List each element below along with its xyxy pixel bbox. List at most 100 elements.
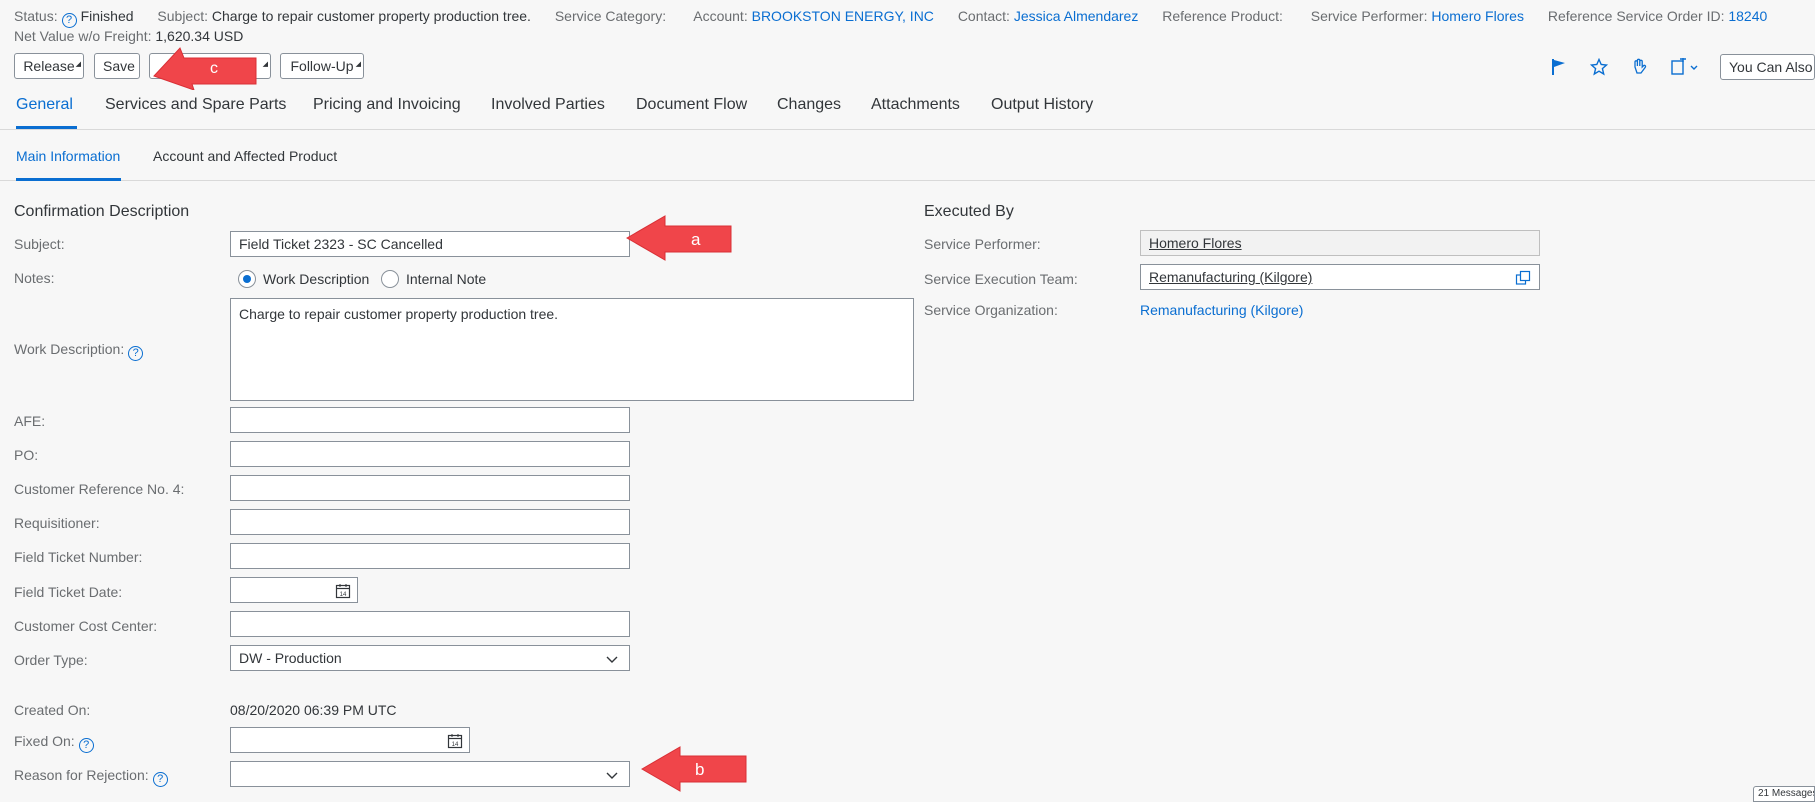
menu-corner-icon: ◢: [355, 61, 361, 68]
reason-rejection-label: Reason for Rejection:?: [14, 767, 172, 787]
contact-label: Contact:: [957, 8, 1010, 24]
menu-corner-icon: ◢: [75, 61, 81, 68]
share-icon[interactable]: [1668, 56, 1702, 78]
po-label: PO:: [14, 447, 39, 463]
tab-output-history[interactable]: Output History: [991, 96, 1093, 114]
subtab-main-information[interactable]: Main Information: [16, 148, 120, 164]
svg-text:a: a: [691, 230, 701, 249]
customer-reference-label: Customer Reference No. 4:: [14, 481, 185, 497]
tab-attachments[interactable]: Attachments: [871, 96, 960, 114]
radio-work-description[interactable]: Work Description: [238, 270, 369, 288]
star-icon[interactable]: [1588, 56, 1610, 78]
radio-unselected-icon: [381, 270, 399, 288]
order-type-select[interactable]: DW - Production: [230, 645, 630, 671]
created-on-label: Created On:: [14, 702, 91, 718]
chevron-down-icon[interactable]: [605, 650, 619, 674]
customer-cost-center-input[interactable]: [230, 611, 630, 637]
fixed-on-input[interactable]: 14: [230, 727, 470, 753]
save-label: Save: [103, 58, 135, 74]
customer-reference-input[interactable]: [230, 475, 630, 501]
field-ticket-number-label: Field Ticket Number:: [14, 549, 143, 565]
order-type-value: DW - Production: [239, 650, 342, 666]
help-icon[interactable]: ?: [152, 772, 168, 787]
value-help-icon[interactable]: [1515, 269, 1531, 293]
tab-document-flow[interactable]: Document Flow: [636, 96, 747, 114]
field-ticket-date-label: Field Ticket Date:: [14, 584, 123, 600]
notes-label: Notes:: [14, 270, 55, 286]
account-link[interactable]: BROOKSTON ENERGY, INC: [752, 8, 934, 24]
follow-up-label: Follow-Up: [290, 58, 354, 74]
net-value-amount: 1,620.34 USD: [155, 28, 244, 44]
release-button[interactable]: Release ◢: [14, 53, 84, 79]
work-description-textarea[interactable]: Charge to repair customer property produ…: [230, 298, 914, 401]
object-header: Status:? Finished Subject: Charge to repa…: [14, 7, 1805, 28]
calendar-icon[interactable]: 14: [335, 582, 351, 606]
tab-general[interactable]: General: [16, 96, 73, 114]
service-performer-value[interactable]: Homero Flores: [1149, 235, 1242, 251]
service-organization-link[interactable]: Remanufacturing (Kilgore): [1140, 302, 1303, 318]
status-value: Finished: [80, 8, 134, 24]
flag-icon[interactable]: [1548, 56, 1570, 78]
subject-input[interactable]: Field Ticket 2323 - SC Cancelled: [230, 231, 630, 257]
help-icon[interactable]: ?: [61, 13, 77, 28]
created-on-value: 08/20/2020 06:39 PM UTC: [230, 702, 397, 718]
tab-changes[interactable]: Changes: [777, 96, 841, 114]
afe-input[interactable]: [230, 407, 630, 433]
svg-text:14: 14: [452, 742, 459, 748]
contact-link[interactable]: Jessica Almendarez: [1014, 8, 1139, 24]
calendar-icon[interactable]: 14: [447, 732, 463, 756]
release-label: Release: [23, 58, 75, 74]
radio-internal-note[interactable]: Internal Note: [381, 270, 486, 288]
reason-rejection-select[interactable]: [230, 761, 630, 787]
section-title-confirmation: Confirmation Description: [14, 203, 190, 220]
field-ticket-number-input[interactable]: [230, 543, 630, 569]
tab-services-spare-parts[interactable]: Services and Spare Parts: [105, 96, 286, 114]
order-type-label: Order Type:: [14, 652, 88, 668]
net-value-label: Net Value w/o Freight:: [14, 28, 152, 44]
callout-arrow-a: a: [626, 215, 732, 261]
active-subtab-indicator: [16, 178, 121, 181]
ref-order-link[interactable]: 18240: [1728, 8, 1767, 24]
reference-product-label: Reference Product:: [1162, 8, 1283, 24]
section-title-executed-by: Executed By: [924, 203, 1014, 220]
afe-label: AFE:: [14, 413, 46, 429]
tab-involved-parties[interactable]: Involved Parties: [491, 96, 605, 114]
service-performer-link[interactable]: Homero Flores: [1431, 8, 1524, 24]
service-performer-field-label: Service Performer:: [924, 236, 1041, 252]
radio-work-label: Work Description: [263, 271, 370, 287]
service-performer-label: Service Performer:: [1310, 8, 1428, 24]
toolbar-right: You Can Also: [1548, 54, 1815, 80]
active-tab-indicator: [16, 126, 77, 129]
chevron-down-icon[interactable]: [605, 766, 619, 790]
service-organization-label: Service Organization:: [924, 302, 1058, 318]
status-label: Status:: [14, 8, 58, 24]
subject-label: Subject:: [157, 8, 208, 24]
you-can-also-button[interactable]: You Can Also: [1720, 54, 1815, 80]
service-category-label: Service Category:: [554, 8, 667, 24]
service-execution-team-input[interactable]: Remanufacturing (Kilgore): [1140, 264, 1540, 290]
save-button[interactable]: Save: [94, 53, 140, 79]
subtab-account-affected-product[interactable]: Account and Affected Product: [153, 148, 337, 164]
net-value: Net Value w/o Freight: 1,620.34 USD: [14, 28, 243, 44]
radio-internal-label: Internal Note: [406, 271, 487, 287]
account-label: Account:: [693, 8, 748, 24]
hand-icon[interactable]: [1628, 56, 1650, 78]
subject-field-label: Subject:: [14, 236, 65, 252]
messages-button[interactable]: 21 Messages: [1753, 786, 1815, 802]
requisitioner-input[interactable]: [230, 509, 630, 535]
requisitioner-label: Requisitioner:: [14, 515, 100, 531]
tab-pricing-invoicing[interactable]: Pricing and Invoicing: [313, 96, 461, 114]
service-execution-team-label: Service Execution Team:: [924, 271, 1078, 287]
subject-value: Charge to repair customer property produ…: [211, 8, 531, 24]
radio-selected-icon: [238, 270, 256, 288]
svg-text:c: c: [210, 60, 218, 77]
service-execution-team-value[interactable]: Remanufacturing (Kilgore): [1149, 269, 1312, 285]
help-icon[interactable]: ?: [78, 738, 94, 753]
customer-cost-center-label: Customer Cost Center:: [14, 618, 158, 634]
ref-order-label: Reference Service Order ID:: [1547, 8, 1725, 24]
follow-up-button[interactable]: Follow-Up ◢: [280, 53, 364, 79]
po-input[interactable]: [230, 441, 630, 467]
help-icon[interactable]: ?: [128, 346, 144, 361]
field-ticket-date-input[interactable]: 14: [230, 577, 358, 603]
tab-bar: General Services and Spare Parts Pricing…: [0, 86, 1815, 130]
